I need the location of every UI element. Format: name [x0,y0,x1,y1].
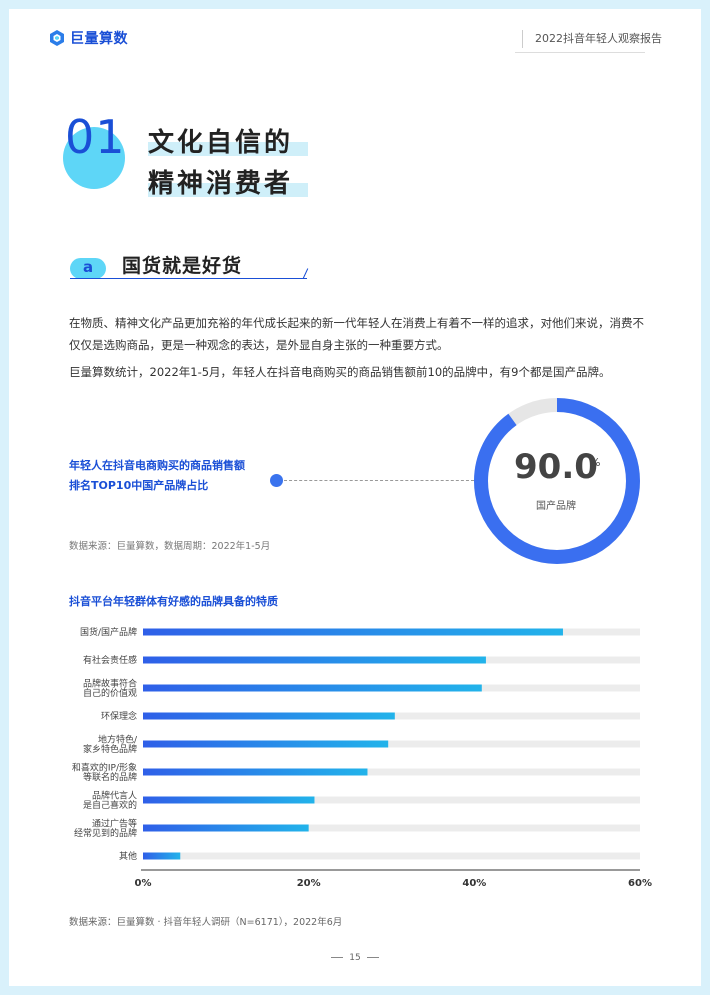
body-paragraph: 巨量算数统计，2022年1-5月，年轻人在抖音电商购买的商品销售额前10的品牌中… [69,365,611,379]
page-number: 15 [0,953,710,963]
donut-caption: 年轻人在抖音电商购买的商品销售额 排名TOP10中国产品牌占比 [69,456,245,496]
header-divider [515,52,645,53]
callout-dashed-line [284,480,474,481]
subsection-underline [70,278,307,279]
section-title-line2: 精神消费者 [148,169,294,199]
subsection-title: 国货就是好货 [122,255,243,277]
section-title-line1: 文化自信的 [148,128,294,158]
logo-text: 巨量算数 [70,31,128,47]
donut-value: 90.0 [514,447,598,487]
donut-caption-line2: 排名TOP10中国产品牌占比 [69,479,209,492]
report-title: 2022抖音年轻人观察报告 [522,30,662,48]
cube-logo-icon [50,30,64,46]
subsection-letter-badge: a [70,258,106,279]
donut-sublabel: 国产品牌 [536,501,576,512]
chart-source-note: 数据来源：巨量算数 · 抖音年轻人调研（N=6171），2022年6月 [69,917,343,928]
chart-title: 抖音平台年轻群体有好感的品牌具备的特质 [69,595,278,608]
body-paragraph: 在物质、精神文化产品更加充裕的年代成长起来的新一代年轻人在消费上有着不一样的追求… [69,316,644,352]
donut-caption-line1: 年轻人在抖音电商购买的商品销售额 [69,459,245,472]
donut-unit: % [590,456,601,469]
callout-dot [270,474,283,487]
page-number-text: 15 [349,953,361,963]
brand-logo: 巨量算数 [48,28,128,48]
data-source-note: 数据来源：巨量算数，数据周期：2022年1-5月 [69,541,271,552]
section-number: 01 [65,110,126,164]
